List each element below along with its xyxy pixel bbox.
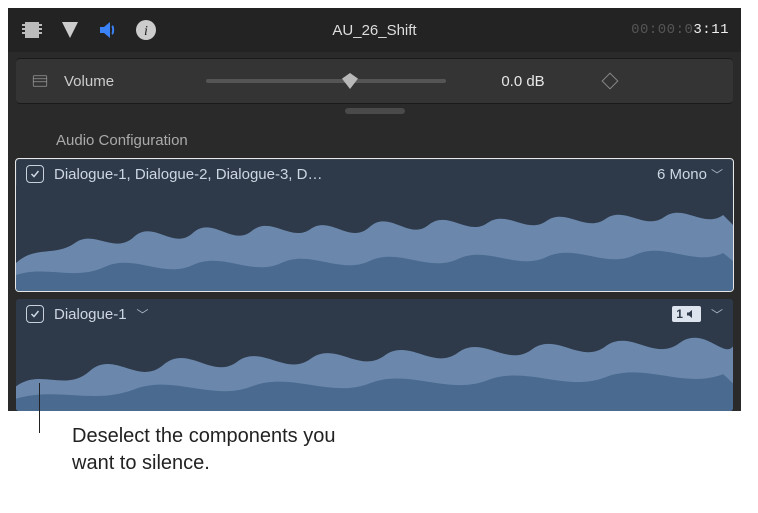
audio-tab-icon[interactable] xyxy=(96,18,120,42)
solo-channel-badge[interactable]: 1 xyxy=(672,306,701,322)
component-name: Dialogue-1, Dialogue-2, Dialogue-3, D… xyxy=(54,166,322,183)
waveform-display xyxy=(16,325,733,411)
keyframe-button[interactable] xyxy=(590,75,630,87)
callout-text: Deselect the components you want to sile… xyxy=(72,423,362,477)
parameter-menu-icon[interactable] xyxy=(28,69,52,93)
chevron-down-icon[interactable]: ﹀ xyxy=(137,306,149,323)
channel-config-menu[interactable]: 6 Mono ﹀ xyxy=(657,166,723,183)
svg-text:i: i xyxy=(144,24,148,39)
clip-name: AU_26_Shift xyxy=(332,22,416,39)
component-name: Dialogue-1 xyxy=(54,306,127,323)
chevron-down-icon[interactable]: ﹀ xyxy=(711,306,723,323)
audio-configuration-label: Audio Configuration xyxy=(8,114,741,159)
color-tab-icon[interactable] xyxy=(58,18,82,42)
help-callout: Deselect the components you want to sile… xyxy=(0,423,758,477)
video-tab-icon[interactable] xyxy=(20,18,44,42)
volume-value[interactable]: 0.0 dB xyxy=(468,73,578,90)
inspector-header: i AU_26_Shift 00:00:03:11 xyxy=(8,8,741,52)
info-tab-icon[interactable]: i xyxy=(134,18,158,42)
volume-label: Volume xyxy=(64,73,184,90)
audio-component-row[interactable]: Dialogue-1, Dialogue-2, Dialogue-3, D… 6… xyxy=(16,159,733,291)
timecode-display: 00:00:03:11 xyxy=(631,22,729,38)
chevron-down-icon: ﹀ xyxy=(711,166,723,183)
component-header: Dialogue-1, Dialogue-2, Dialogue-3, D… 6… xyxy=(16,159,733,185)
callout-leader-line xyxy=(39,383,40,433)
volume-parameter-row: Volume 0.0 dB xyxy=(16,58,733,104)
component-enable-checkbox[interactable] xyxy=(26,305,44,323)
audio-inspector-panel: i AU_26_Shift 00:00:03:11 Volume 0.0 dB … xyxy=(8,8,741,411)
volume-slider[interactable] xyxy=(206,79,446,83)
waveform-display xyxy=(16,185,733,291)
component-enable-checkbox[interactable] xyxy=(26,165,44,183)
component-header: Dialogue-1 ﹀ 1 ﹀ xyxy=(16,299,733,325)
audio-component-row[interactable]: Dialogue-1 ﹀ 1 ﹀ xyxy=(16,299,733,411)
slider-thumb[interactable] xyxy=(342,73,358,89)
